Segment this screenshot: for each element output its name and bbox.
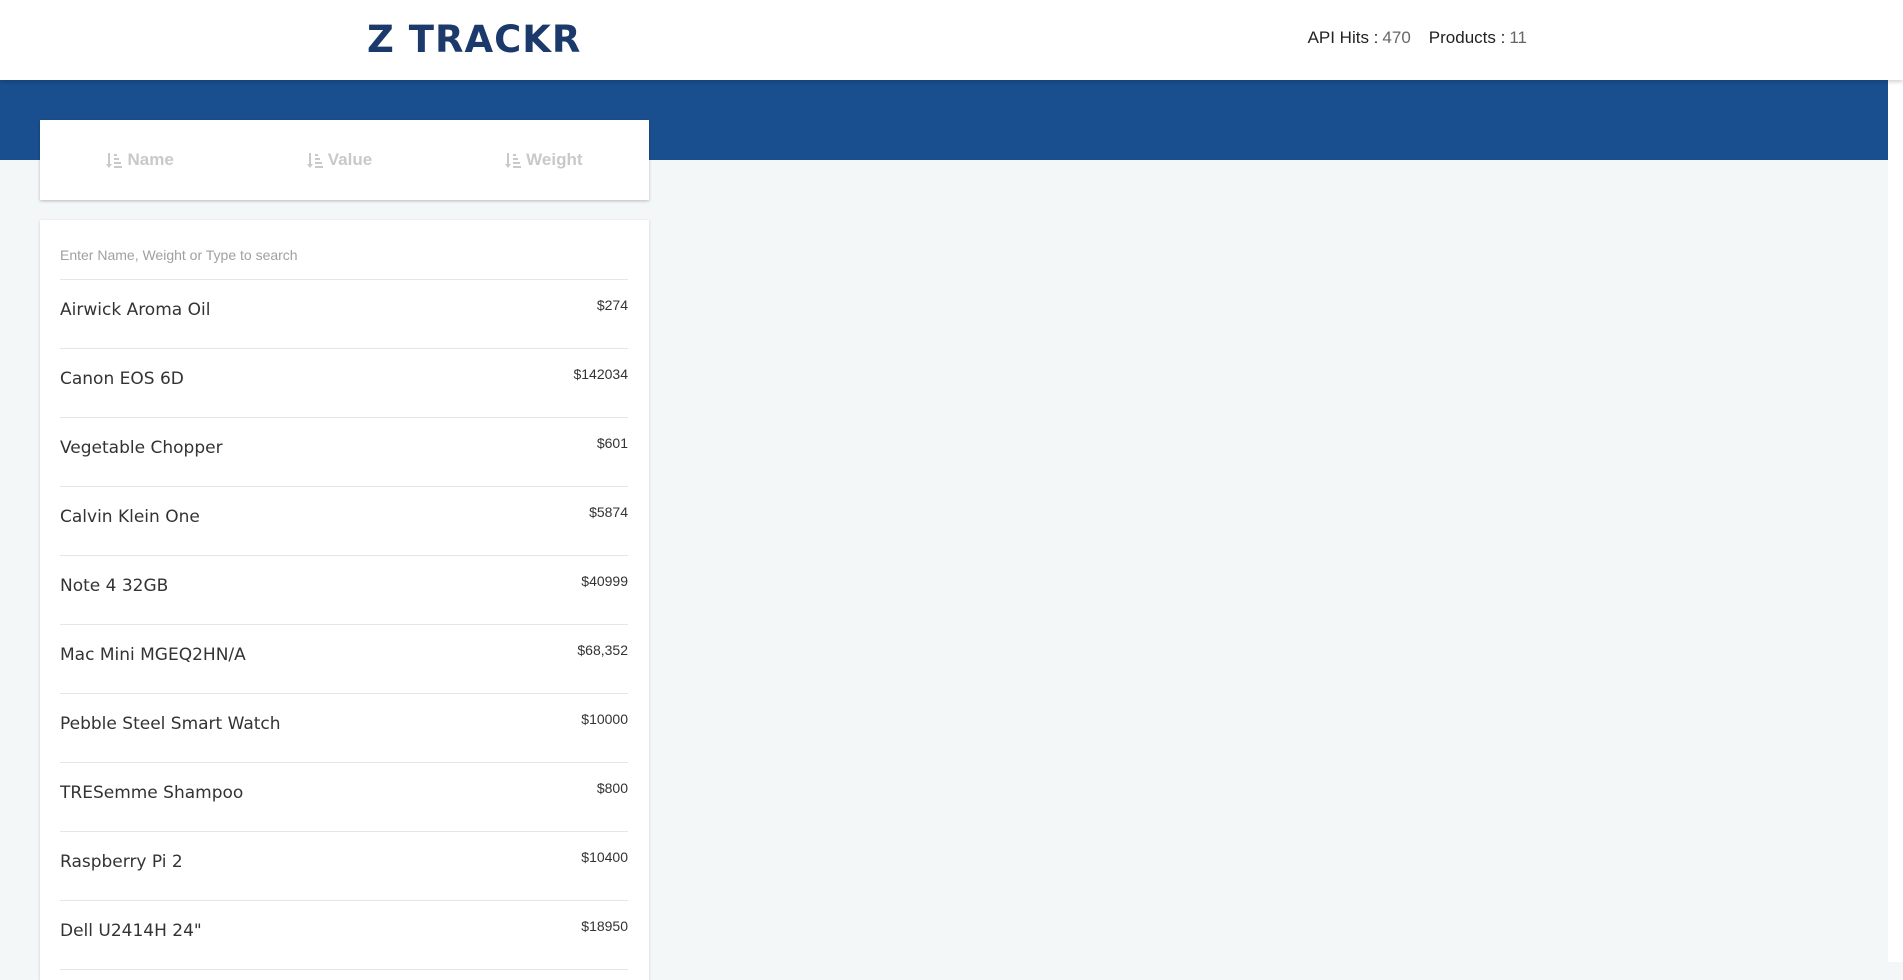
search-input[interactable] xyxy=(60,247,628,263)
product-price: $601 xyxy=(596,435,628,451)
list-item[interactable]: Canon EOS 6D $142034 xyxy=(60,349,628,418)
product-name: Dell U2414H 24" xyxy=(60,921,202,941)
list-item[interactable]: Pebble Steel Smart Watch $10000 xyxy=(60,694,628,763)
product-name: Airwick Aroma Oil xyxy=(60,300,211,320)
page-edge-strip xyxy=(1888,80,1903,962)
product-list: Airwick Aroma Oil $274 Canon EOS 6D $142… xyxy=(60,280,628,970)
header-stats: API Hits :470 Products :11 xyxy=(1308,28,1527,48)
product-price: $274 xyxy=(596,297,628,313)
product-name: Calvin Klein One xyxy=(60,507,200,527)
product-name: TRESemme Shampoo xyxy=(60,783,244,803)
sort-amount-down-icon xyxy=(106,152,123,169)
list-item[interactable]: Calvin Klein One $5874 xyxy=(60,487,628,556)
product-list-card: Airwick Aroma Oil $274 Canon EOS 6D $142… xyxy=(40,220,649,980)
list-item[interactable]: Dell U2414H 24" $18950 xyxy=(60,901,628,970)
sort-by-name-button[interactable]: Name xyxy=(106,150,174,170)
product-price: $142034 xyxy=(573,366,628,382)
product-price: $800 xyxy=(596,780,628,796)
product-name: Mac Mini MGEQ2HN/A xyxy=(60,645,246,665)
list-item[interactable]: Raspberry Pi 2 $10400 xyxy=(60,832,628,901)
api-hits-value: 470 xyxy=(1382,28,1411,47)
app-logo[interactable]: Z TRACKR xyxy=(367,19,581,61)
product-price: $68,352 xyxy=(577,642,628,658)
product-price: $10000 xyxy=(581,711,628,727)
sort-by-name-label: Name xyxy=(127,150,174,169)
list-item[interactable]: Vegetable Chopper $601 xyxy=(60,418,628,487)
sort-amount-down-icon xyxy=(306,152,323,169)
product-name: Pebble Steel Smart Watch xyxy=(60,714,281,734)
product-price: $5874 xyxy=(589,504,628,520)
list-item[interactable]: TRESemme Shampoo $800 xyxy=(60,763,628,832)
top-bar: Z TRACKR API Hits :470 Products :11 xyxy=(0,0,1903,80)
products-label: Products : xyxy=(1428,28,1506,47)
list-item[interactable]: Note 4 32GB $40999 xyxy=(60,556,628,625)
product-name: Note 4 32GB xyxy=(60,576,169,596)
product-price: $18950 xyxy=(581,918,628,934)
product-price: $10400 xyxy=(581,849,628,865)
list-item[interactable]: Mac Mini MGEQ2HN/A $68,352 xyxy=(60,625,628,694)
product-name: Vegetable Chopper xyxy=(60,438,223,458)
sort-by-value-label: Value xyxy=(327,150,373,169)
sort-amount-down-icon xyxy=(505,152,522,169)
sort-by-value-button[interactable]: Value xyxy=(306,150,373,170)
list-item[interactable]: Airwick Aroma Oil $274 xyxy=(60,280,628,349)
sort-by-weight-button[interactable]: Weight xyxy=(505,150,583,170)
api-hits-label: API Hits : xyxy=(1307,28,1379,47)
products-count: 11 xyxy=(1509,28,1527,47)
product-price: $40999 xyxy=(581,573,628,589)
product-name: Raspberry Pi 2 xyxy=(60,852,183,872)
product-name: Canon EOS 6D xyxy=(60,369,184,389)
sort-by-weight-label: Weight xyxy=(526,150,583,169)
sort-bar: Name Value Weight xyxy=(40,120,649,200)
